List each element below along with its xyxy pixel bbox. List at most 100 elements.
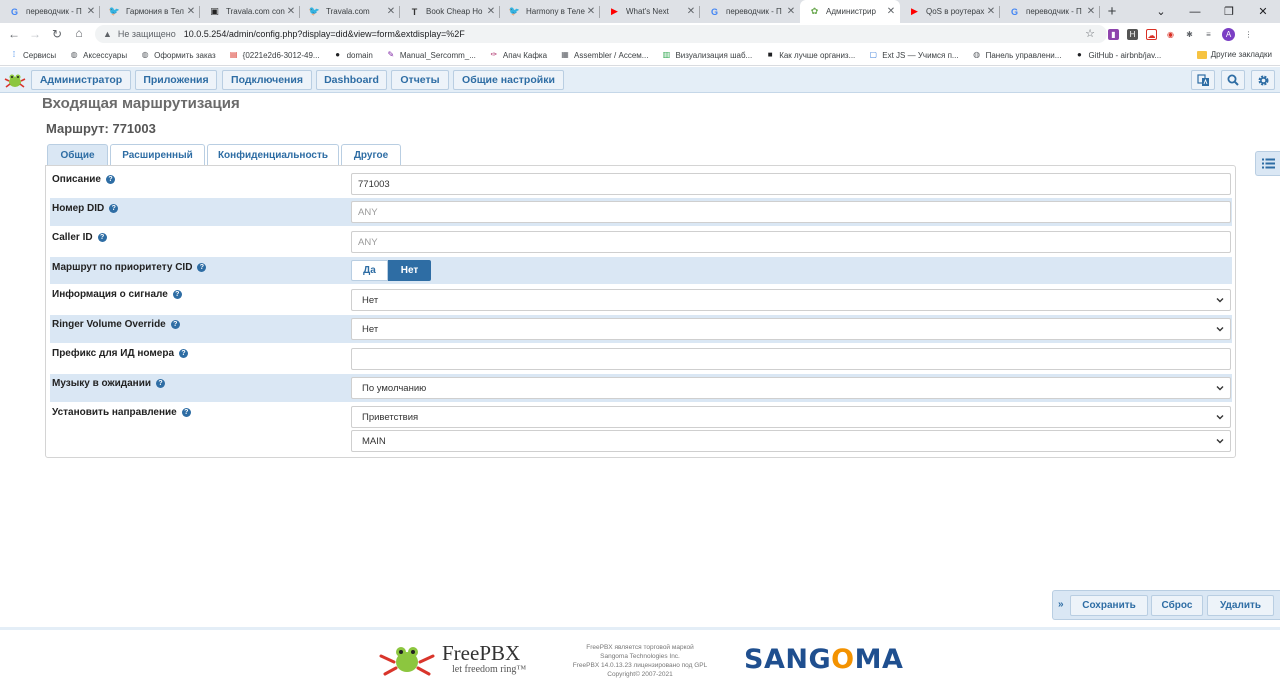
menu-settings[interactable]: Общие настройки bbox=[453, 70, 564, 90]
bookmark-item[interactable]: ▢ Ext JS — Учимся п... bbox=[868, 50, 958, 60]
close-icon[interactable]: ✕ bbox=[186, 6, 196, 17]
browser-tab[interactable]: Gпереводчик - П ✕ bbox=[1000, 0, 1100, 23]
side-list-toggle[interactable] bbox=[1255, 151, 1280, 176]
help-icon[interactable]: ? bbox=[105, 175, 115, 184]
extension-icon[interactable]: ✱ bbox=[1184, 28, 1195, 40]
security-label[interactable]: Не защищено bbox=[118, 29, 176, 39]
browser-tab[interactable]: 🐦 Travala.com ✕ bbox=[300, 0, 400, 23]
ringer-volume-select[interactable]: Нет bbox=[351, 318, 1231, 340]
close-icon[interactable]: ✕ bbox=[786, 6, 796, 17]
bookmark-item[interactable]: ▤ {0221e2d6-3012-49... bbox=[229, 50, 320, 60]
url-text[interactable]: 10.0.5.254/admin/config.php?display=did&… bbox=[184, 29, 465, 39]
bookmark-item[interactable]: ✎ Manual_Sercomm_... bbox=[386, 50, 476, 60]
minimize-icon[interactable]: — bbox=[1178, 6, 1212, 18]
browser-tab[interactable]: T Book Cheap Ho ✕ bbox=[400, 0, 500, 23]
bookmark-item[interactable]: ⁞ Сервисы bbox=[9, 50, 56, 60]
bookmark-item[interactable]: ■ Как лучше организ... bbox=[765, 50, 856, 60]
tab-privacy[interactable]: Конфиденциальность bbox=[207, 144, 339, 165]
extension-icon[interactable]: ☁ bbox=[1146, 28, 1157, 40]
did-input[interactable]: ANY bbox=[351, 201, 1231, 223]
help-icon[interactable]: ? bbox=[181, 408, 191, 417]
browser-tab[interactable]: ▣ Travala.com con ✕ bbox=[200, 0, 300, 23]
close-icon[interactable]: ✕ bbox=[886, 6, 896, 17]
tab-other[interactable]: Другое bbox=[341, 144, 401, 165]
cid-prefix-input[interactable] bbox=[351, 348, 1231, 370]
extension-icon[interactable]: ◉ bbox=[1165, 28, 1176, 40]
browser-tab[interactable]: ✿ Администрир ✕ bbox=[800, 0, 900, 23]
sangoma-logo[interactable]: SANGOMA bbox=[744, 644, 903, 675]
menu-applications[interactable]: Приложения bbox=[135, 70, 217, 90]
home-icon[interactable]: ⌂ bbox=[68, 26, 90, 40]
close-icon[interactable]: ✕ bbox=[386, 6, 396, 17]
chevron-right-icon[interactable]: » bbox=[1058, 599, 1064, 610]
omnibox[interactable]: ▲ Не защищено 10.0.5.254/admin/config.ph… bbox=[95, 25, 1107, 43]
restore-icon[interactable]: ❐ bbox=[1212, 5, 1246, 18]
browser-tab[interactable]: 🐦 Harmony в Теле ✕ bbox=[500, 0, 600, 23]
bookmark-item[interactable]: ◍ Аксессуары bbox=[69, 50, 127, 60]
close-icon[interactable]: ✕ bbox=[986, 6, 996, 17]
help-icon[interactable]: ? bbox=[179, 349, 189, 358]
language-button[interactable] bbox=[1191, 70, 1215, 90]
help-icon[interactable]: ? bbox=[170, 320, 180, 329]
warning-icon[interactable]: ▲ bbox=[103, 29, 112, 39]
alert-info-select[interactable]: Нет bbox=[351, 289, 1231, 311]
help-icon[interactable]: ? bbox=[197, 263, 207, 272]
bookmark-item[interactable]: ◍ Панель управлени... bbox=[972, 50, 1061, 60]
bookmark-item[interactable]: ▦ Assembler / Ассем... bbox=[560, 50, 648, 60]
app-top-navigation: Администратор Приложения Подключения Das… bbox=[0, 67, 1280, 93]
cid-priority-no[interactable]: Нет bbox=[388, 260, 431, 281]
help-icon[interactable]: ? bbox=[172, 290, 182, 299]
menu-reports[interactable]: Отчеты bbox=[391, 70, 449, 90]
close-icon[interactable]: ✕ bbox=[486, 6, 496, 17]
close-icon[interactable]: ✕ bbox=[1246, 5, 1280, 18]
browser-tab[interactable]: Gпереводчик - П ✕ bbox=[0, 0, 100, 23]
extension-icon[interactable]: H bbox=[1127, 28, 1138, 40]
settings-button[interactable] bbox=[1251, 70, 1275, 90]
submit-button[interactable]: Сохранить bbox=[1070, 595, 1148, 616]
reset-button[interactable]: Сброс bbox=[1151, 595, 1203, 616]
browser-tab[interactable]: ▶ QoS в роутерах ✕ bbox=[900, 0, 1000, 23]
destination-target-select[interactable]: MAIN bbox=[351, 430, 1231, 452]
extension-icon[interactable]: ≡ bbox=[1203, 28, 1214, 40]
more-menu-icon[interactable]: ⋮ bbox=[1243, 28, 1254, 40]
help-icon[interactable]: ? bbox=[97, 233, 107, 242]
reload-icon[interactable]: ↻ bbox=[46, 27, 68, 41]
help-icon[interactable]: ? bbox=[156, 379, 165, 388]
new-tab-button[interactable]: + bbox=[1100, 0, 1124, 23]
bookmark-item[interactable]: ▥ Визуализация шаб... bbox=[661, 50, 753, 60]
browser-tab[interactable]: Gпереводчик - П ✕ bbox=[700, 0, 800, 23]
search-button[interactable] bbox=[1221, 70, 1245, 90]
sangoma-letter: A bbox=[881, 644, 904, 675]
bookmark-item[interactable]: ● domain bbox=[333, 50, 373, 60]
menu-connectivity[interactable]: Подключения bbox=[222, 70, 312, 90]
menu-admin[interactable]: Администратор bbox=[31, 70, 131, 90]
back-icon[interactable]: ← bbox=[3, 27, 25, 41]
profile-avatar[interactable]: A bbox=[1222, 27, 1235, 41]
extension-icon[interactable]: ▮ bbox=[1108, 28, 1119, 40]
tab-general[interactable]: Общие bbox=[47, 144, 108, 166]
tab-advanced[interactable]: Расширенный bbox=[110, 144, 205, 165]
close-icon[interactable]: ✕ bbox=[1086, 6, 1096, 17]
close-icon[interactable]: ✕ bbox=[586, 6, 596, 17]
help-icon[interactable]: ? bbox=[109, 204, 119, 213]
close-icon[interactable]: ✕ bbox=[86, 6, 96, 17]
forward-icon[interactable]: → bbox=[24, 27, 46, 41]
bookmark-item[interactable]: ● GitHub - airbnb/jav... bbox=[1074, 50, 1161, 60]
bookmark-item[interactable]: ◍ Оформить заказ bbox=[140, 50, 216, 60]
browser-tab[interactable]: ▶ What's Next ✕ bbox=[600, 0, 700, 23]
music-on-hold-select[interactable]: По умолчанию bbox=[351, 377, 1231, 399]
freepbx-frog-logo-icon[interactable] bbox=[3, 71, 27, 89]
other-bookmarks[interactable]: Другие закладки bbox=[1196, 50, 1272, 59]
destination-type-select[interactable]: Приветствия bbox=[351, 406, 1231, 428]
browser-tab[interactable]: 🐦 Гармония в Тел ✕ bbox=[100, 0, 200, 23]
close-icon[interactable]: ✕ bbox=[286, 6, 296, 17]
menu-dashboard[interactable]: Dashboard bbox=[316, 70, 387, 90]
delete-button[interactable]: Удалить bbox=[1207, 595, 1274, 616]
tab-search-icon[interactable]: ⌄ bbox=[1144, 5, 1178, 18]
bookmark-star-icon[interactable]: ☆ bbox=[1085, 27, 1095, 40]
bookmark-item[interactable]: ✑ Апач Кафка bbox=[489, 50, 548, 60]
callerid-input[interactable]: ANY bbox=[351, 231, 1231, 253]
description-input[interactable]: 771003 bbox=[351, 173, 1231, 195]
cid-priority-yes[interactable]: Да bbox=[351, 260, 388, 281]
close-icon[interactable]: ✕ bbox=[686, 6, 696, 17]
